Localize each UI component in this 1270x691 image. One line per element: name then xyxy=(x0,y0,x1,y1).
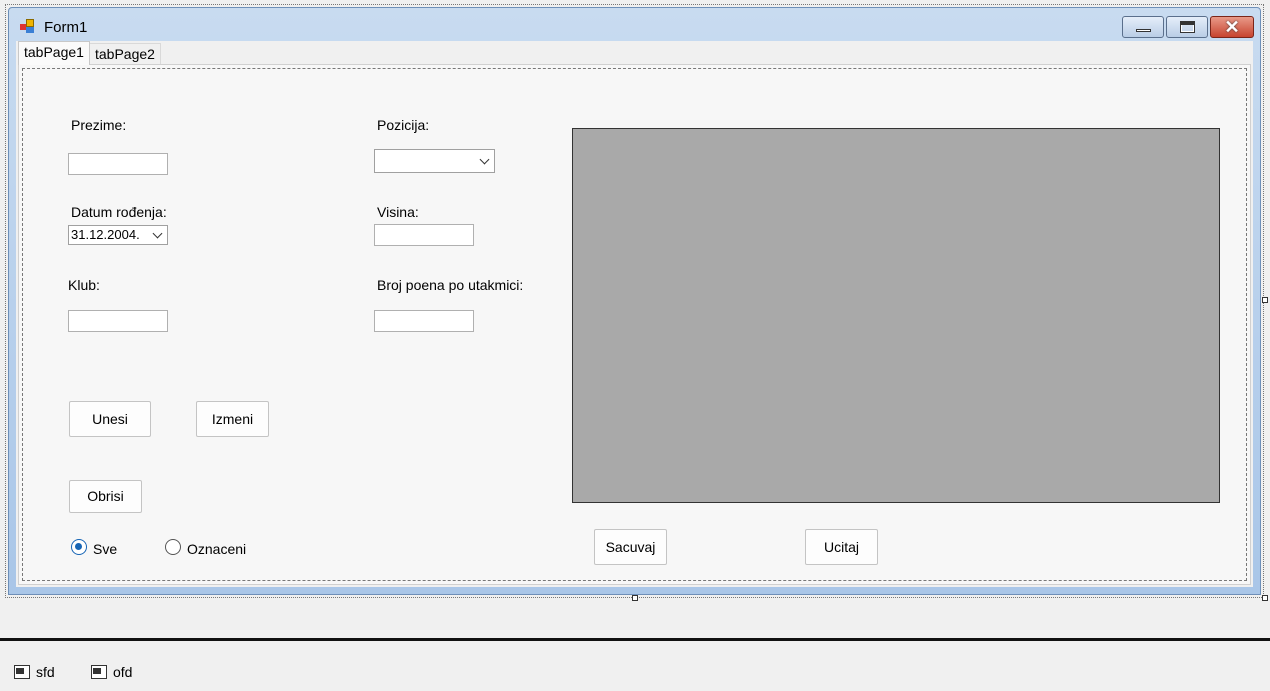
window-title: Form1 xyxy=(44,19,88,36)
resize-handle-bottom[interactable] xyxy=(632,595,638,601)
tray-item-label: sfd xyxy=(36,664,55,680)
component-tray-divider xyxy=(0,638,1270,641)
datum-date-picker[interactable]: 31.12.2004. xyxy=(68,225,168,245)
klub-input[interactable] xyxy=(68,310,168,332)
chevron-down-icon xyxy=(479,154,490,165)
title-bar[interactable]: Form1 ✕ xyxy=(9,8,1260,42)
poeni-label: Broj poena po utakmici: xyxy=(377,277,524,293)
resize-handle-corner[interactable] xyxy=(1262,595,1268,601)
maximize-button[interactable] xyxy=(1166,16,1208,38)
close-button[interactable]: ✕ xyxy=(1210,16,1254,38)
tray-item-label: ofd xyxy=(113,664,133,680)
resize-handle-right[interactable] xyxy=(1262,297,1268,303)
tab-page1-content: Prezime: Datum rođenja: 31.12.2004. Klub… xyxy=(18,64,1251,585)
sacuvaj-button[interactable]: Sacuvaj xyxy=(594,529,667,565)
designer-surface: Form1 ✕ tabPage1 tabPage2 Prezime: Datum… xyxy=(0,0,1270,691)
oznaceni-radio[interactable] xyxy=(165,539,181,555)
izmeni-button[interactable]: Izmeni xyxy=(196,401,269,437)
obrisi-button[interactable]: Obrisi xyxy=(69,480,142,513)
prezime-input[interactable] xyxy=(68,153,168,175)
prezime-label: Prezime: xyxy=(71,117,127,133)
picture-box xyxy=(572,128,1220,503)
close-icon: ✕ xyxy=(1224,17,1240,37)
sve-radio-label: Sve xyxy=(93,541,118,557)
tab-page2[interactable]: tabPage2 xyxy=(89,43,161,65)
visina-input[interactable] xyxy=(374,224,474,246)
ucitaj-button[interactable]: Ucitaj xyxy=(805,529,878,565)
sve-radio[interactable] xyxy=(71,539,87,555)
unesi-button[interactable]: Unesi xyxy=(69,401,151,437)
pozicija-combobox[interactable] xyxy=(374,149,495,173)
datum-value: 31.12.2004. xyxy=(71,227,140,242)
klub-label: Klub: xyxy=(68,277,100,293)
save-file-dialog-icon xyxy=(14,665,30,679)
maximize-icon xyxy=(1180,21,1195,33)
open-file-dialog-icon xyxy=(91,665,107,679)
chevron-down-icon xyxy=(152,228,163,239)
poeni-input[interactable] xyxy=(374,310,474,332)
form-client-area: tabPage1 tabPage2 Prezime: Datum rođenja… xyxy=(16,41,1253,587)
oznaceni-radio-label: Oznaceni xyxy=(187,541,247,557)
tab-page1[interactable]: tabPage1 xyxy=(18,41,90,65)
visina-label: Visina: xyxy=(377,204,419,220)
form-window: Form1 ✕ tabPage1 tabPage2 Prezime: Datum… xyxy=(8,7,1261,595)
pozicija-label: Pozicija: xyxy=(377,117,430,133)
minimize-icon xyxy=(1136,29,1151,32)
datum-label: Datum rođenja: xyxy=(71,204,167,220)
minimize-button[interactable] xyxy=(1122,16,1164,38)
form-icon xyxy=(20,19,34,33)
